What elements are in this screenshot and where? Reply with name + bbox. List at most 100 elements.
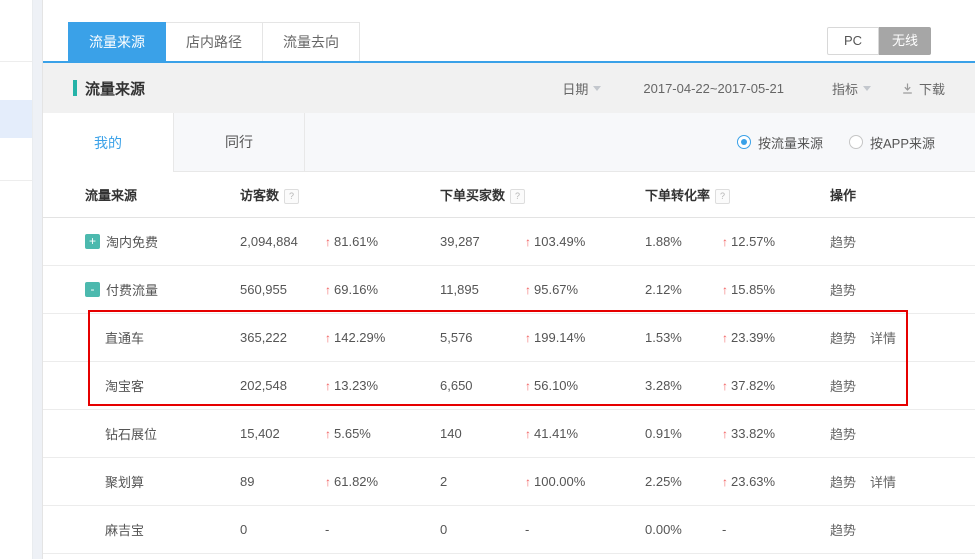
expand-toggle-icon[interactable]: + [85,234,100,249]
actions-cell: 趋势详情 [830,328,975,347]
header-conversion: 下单转化率? [645,185,830,204]
help-icon[interactable]: ? [715,189,730,204]
actions-cell: 趋势 [830,520,975,539]
tab-traffic-destination[interactable]: 流量去向 [263,22,360,61]
sidebar-divider [0,61,32,62]
buyers-change-cell: ↑56.10% [525,378,645,393]
conversion-cell: 3.28% [645,378,722,393]
radio-by-app-source[interactable]: 按APP来源 [849,133,935,152]
expand-toggle-icon[interactable]: - [85,282,100,297]
radio-label: 按流量来源 [758,133,823,152]
buyers-change-cell: ↑95.67% [525,282,645,297]
table-row: 麻吉宝 0 - 0 - 0.00% - 趋势 [43,506,975,554]
sidebar-divider [0,180,32,181]
top-tabs: 流量来源 店内路径 流量去向 [68,22,360,61]
device-toggle: PC 无线 [827,27,931,55]
source-cell: 钻石展位 [43,424,240,443]
conversion-cell: 0.91% [645,426,722,441]
main-panel: 流量来源 店内路径 流量去向 PC 无线 流量来源 日期 2017-04-22~… [43,0,975,559]
panel-title: 流量来源 [73,78,145,99]
radio-by-traffic-source[interactable]: 按流量来源 [737,133,823,152]
visitors-cell: 202,548 [240,378,325,393]
trend-link[interactable]: 趋势 [830,232,856,251]
download-button[interactable]: 下载 [901,79,945,98]
radio-label: 按APP来源 [870,133,935,152]
source-name: 淘内免费 [106,232,158,251]
table-header: 流量来源 访客数? 下单买家数? 下单转化率? 操作 [43,172,975,218]
header-conversion-label: 下单转化率 [645,188,710,203]
visitors-change-cell: ↑81.61% [325,234,440,249]
toggle-wireless-button[interactable]: 无线 [879,27,931,55]
trend-link[interactable]: 趋势 [830,280,856,299]
grouping-radios: 按流量来源 按APP来源 [737,113,935,171]
tab-mine[interactable]: 我的 [43,113,174,172]
trend-link[interactable]: 趋势 [830,328,856,347]
up-arrow-icon: ↑ [722,427,728,441]
conversion-cell: 2.12% [645,282,722,297]
source-cell: 直通车 [43,328,240,347]
up-arrow-icon: ↑ [525,331,531,345]
panel-header: 流量来源 日期 2017-04-22~2017-05-21 指标 下载 [43,63,975,113]
table-row: 直通车 365,222 ↑142.29% 5,576 ↑199.14% 1.53… [43,314,975,362]
date-dropdown[interactable]: 日期 [562,79,601,98]
radio-icon [737,135,751,149]
trend-link[interactable]: 趋势 [830,424,856,443]
up-arrow-icon: ↑ [525,475,531,489]
buyers-cell: 5,576 [440,330,525,345]
conversion-change-cell: ↑33.82% [722,426,830,441]
radio-icon [849,135,863,149]
conversion-cell: 1.53% [645,330,722,345]
source-cell: 麻吉宝 [43,520,240,539]
table-row: + 淘内免费 2,094,884 ↑81.61% 39,287 ↑103.49%… [43,218,975,266]
actions-cell: 趋势 [830,232,975,251]
detail-link[interactable]: 详情 [870,328,896,347]
visitors-change-cell: ↑5.65% [325,426,440,441]
visitors-cell: 0 [240,522,325,537]
buyers-cell: 140 [440,426,525,441]
up-arrow-icon: ↑ [722,379,728,393]
up-arrow-icon: ↑ [325,427,331,441]
source-cell: 聚划算 [43,472,240,491]
up-arrow-icon: ↑ [525,427,531,441]
table-row: 钻石展位 15,402 ↑5.65% 140 ↑41.41% 0.91% ↑33… [43,410,975,458]
header-visitors-label: 访客数 [240,188,279,203]
chevron-down-icon [593,86,601,91]
trend-link[interactable]: 趋势 [830,472,856,491]
header-visitors: 访客数? [240,185,440,204]
trend-link[interactable]: 趋势 [830,520,856,539]
up-arrow-icon: ↑ [722,283,728,297]
source-name: 钻石展位 [105,424,157,443]
help-icon[interactable]: ? [284,189,299,204]
help-icon[interactable]: ? [510,189,525,204]
up-arrow-icon: ↑ [325,235,331,249]
up-arrow-icon: ↑ [722,235,728,249]
metric-dropdown[interactable]: 指标 [832,79,871,98]
metric-dropdown-label: 指标 [832,79,858,98]
source-cell: 淘宝客 [43,376,240,395]
download-label: 下载 [919,79,945,98]
up-arrow-icon: ↑ [525,235,531,249]
visitors-cell: 365,222 [240,330,325,345]
up-arrow-icon: ↑ [325,331,331,345]
tab-instore-path[interactable]: 店内路径 [166,22,263,61]
buyers-cell: 2 [440,474,525,489]
sidebar-active-item[interactable] [0,100,32,138]
date-range-value[interactable]: 2017-04-22~2017-05-21 [643,81,784,96]
up-arrow-icon: ↑ [722,331,728,345]
visitors-change-cell: ↑13.23% [325,378,440,393]
detail-link[interactable]: 详情 [870,472,896,491]
buyers-change-cell: ↑103.49% [525,234,645,249]
table-row: 淘宝客 202,548 ↑13.23% 6,650 ↑56.10% 3.28% … [43,362,975,410]
tab-peers[interactable]: 同行 [174,113,305,171]
date-dropdown-label: 日期 [562,79,588,98]
trend-link[interactable]: 趋势 [830,376,856,395]
up-arrow-icon: ↑ [325,475,331,489]
visitors-cell: 2,094,884 [240,234,325,249]
tab-traffic-source[interactable]: 流量来源 [68,22,166,61]
toggle-pc-button[interactable]: PC [827,27,879,55]
visitors-change-cell: ↑61.82% [325,474,440,489]
page: 流量来源 店内路径 流量去向 PC 无线 流量来源 日期 2017-04-22~… [0,0,975,559]
conversion-cell: 2.25% [645,474,722,489]
actions-cell: 趋势 [830,280,975,299]
panel-title-text: 流量来源 [85,78,145,99]
